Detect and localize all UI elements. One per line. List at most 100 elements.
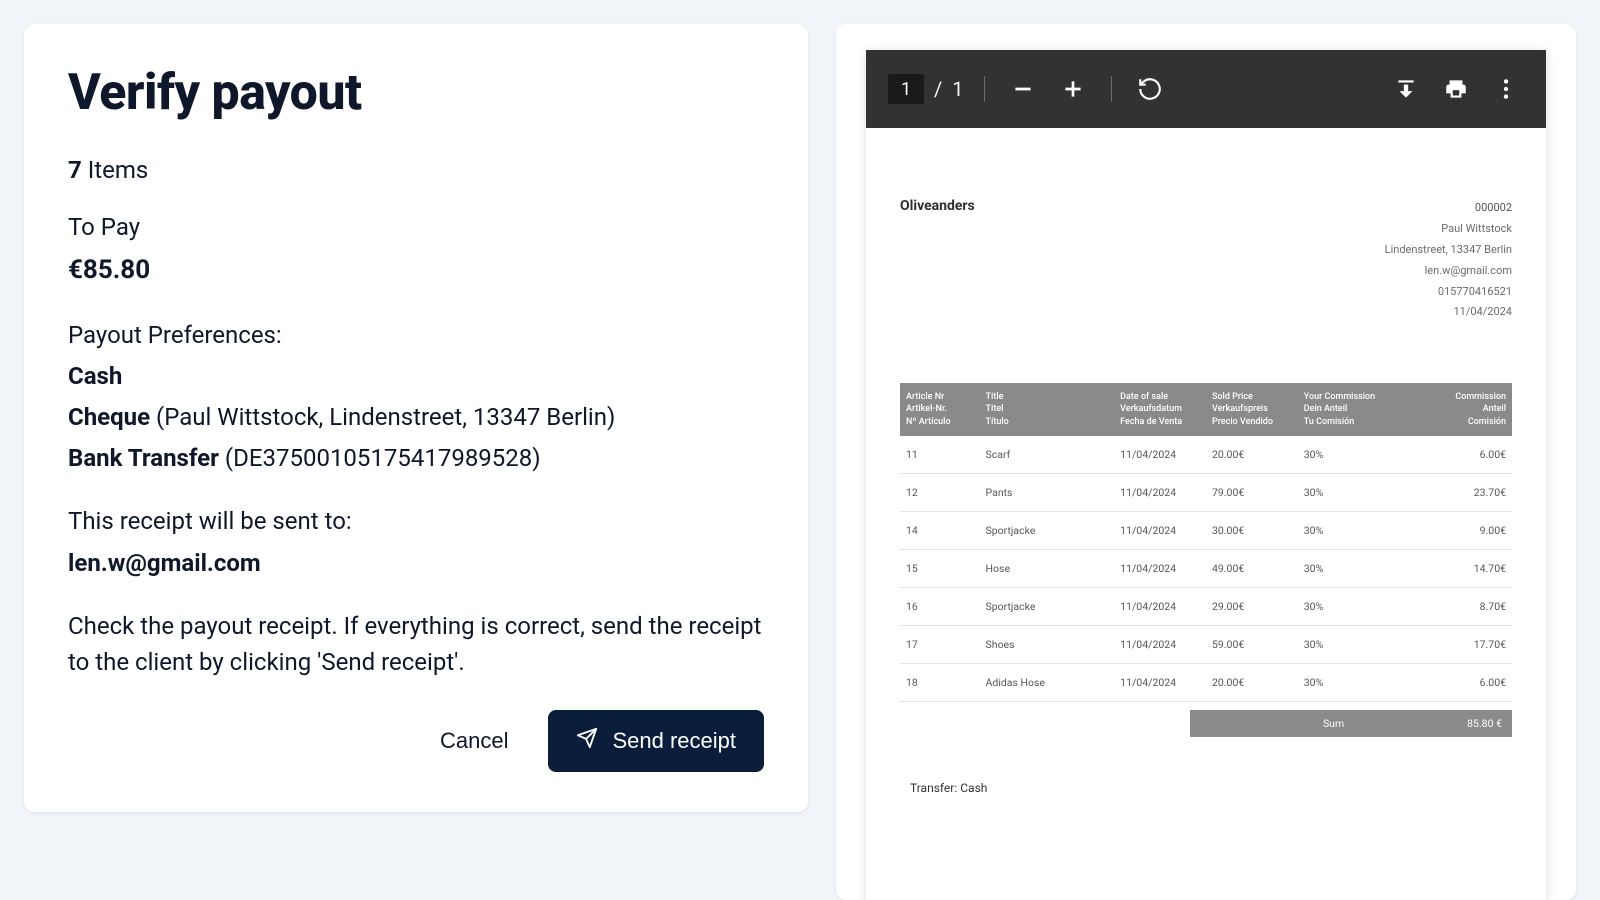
doc-meta: 000002 Paul Wittstock Lindenstreet, 1334… xyxy=(1385,198,1512,323)
rotate-button[interactable] xyxy=(1132,71,1168,107)
receipt-preview-panel: 1 / 1 xyxy=(836,24,1576,900)
table-cell: 11/04/2024 xyxy=(1114,625,1206,663)
col-article: Article NrArtikel-Nr.Nº Artículo xyxy=(900,383,980,435)
page-number-input[interactable]: 1 xyxy=(888,74,924,104)
payout-pref-bank: Bank Transfer (DE37500105175417989528) xyxy=(68,440,764,477)
zoom-out-button[interactable] xyxy=(1005,71,1041,107)
table-cell: 30% xyxy=(1298,473,1408,511)
col-price: Sold PriceVerkaufspreisPrecio Vendido xyxy=(1206,383,1298,435)
zoom-in-button[interactable] xyxy=(1055,71,1091,107)
table-cell: 29.00€ xyxy=(1206,587,1298,625)
more-menu-button[interactable] xyxy=(1488,71,1524,107)
doc-date: 11/04/2024 xyxy=(1385,302,1512,323)
table-row: 11Scarf11/04/202420.00€30%6.00€ xyxy=(900,436,1512,474)
items-label: Items xyxy=(82,156,149,184)
instructions-text: Check the payout receipt. If everything … xyxy=(68,608,764,680)
table-cell: 17 xyxy=(900,625,980,663)
download-button[interactable] xyxy=(1388,71,1424,107)
sum-value: 85.80 € xyxy=(1467,717,1502,730)
table-row: 12Pants11/04/202479.00€30%23.70€ xyxy=(900,473,1512,511)
action-bar: Cancel Send receipt xyxy=(68,710,764,772)
verify-payout-card: Verify payout 7 Items To Pay €85.80 Payo… xyxy=(24,24,808,812)
pdf-viewer: 1 / 1 xyxy=(866,50,1546,900)
payout-pref-cheque: Cheque (Paul Wittstock, Lindenstreet, 13… xyxy=(68,399,764,436)
table-cell: 14 xyxy=(900,511,980,549)
table-row: 15Hose11/04/202449.00€30%14.70€ xyxy=(900,549,1512,587)
table-cell: 11/04/2024 xyxy=(1114,549,1206,587)
cancel-button[interactable]: Cancel xyxy=(432,716,516,766)
send-icon xyxy=(576,727,598,755)
col-title: TitleTitelTítulo xyxy=(980,383,1115,435)
items-line: 7 Items xyxy=(68,152,764,189)
print-button[interactable] xyxy=(1438,71,1474,107)
table-cell: 6.00€ xyxy=(1408,663,1512,701)
doc-email: len.w@gmail.com xyxy=(1385,261,1512,282)
send-button-label: Send receipt xyxy=(612,728,736,754)
table-cell: 14.70€ xyxy=(1408,549,1512,587)
payout-pref-cash: Cash xyxy=(68,358,764,395)
table-cell: 23.70€ xyxy=(1408,473,1512,511)
doc-address: Lindenstreet, 13347 Berlin xyxy=(1385,240,1512,261)
payout-pref-bank-detail: (DE37500105175417989528) xyxy=(219,444,541,472)
page-indicator: 1 / 1 xyxy=(888,74,964,104)
page-total: 1 xyxy=(952,77,963,101)
transfer-line: Transfer: Cash xyxy=(900,781,1512,795)
table-cell: Hose xyxy=(980,549,1115,587)
table-cell: 8.70€ xyxy=(1408,587,1512,625)
sum-row: Sum 85.80 € xyxy=(900,710,1512,737)
table-cell: 6.00€ xyxy=(1408,436,1512,474)
col-your-commission: Your CommissionDein AnteilTu Comisión xyxy=(1298,383,1408,435)
table-cell: 17.70€ xyxy=(1408,625,1512,663)
table-cell: 16 xyxy=(900,587,980,625)
table-cell: 30% xyxy=(1298,625,1408,663)
table-cell: 11/04/2024 xyxy=(1114,663,1206,701)
to-pay-amount: €85.80 xyxy=(68,250,764,290)
pdf-toolbar: 1 / 1 xyxy=(866,50,1546,128)
table-cell: 30% xyxy=(1298,511,1408,549)
sent-to-email: len.w@gmail.com xyxy=(68,545,764,582)
table-cell: Scarf xyxy=(980,436,1115,474)
payout-pref-bank-label: Bank Transfer xyxy=(68,444,219,472)
table-cell: 11/04/2024 xyxy=(1114,473,1206,511)
toolbar-separator xyxy=(984,76,985,102)
table-cell: Sportjacke xyxy=(980,511,1115,549)
table-cell: 30.00€ xyxy=(1206,511,1298,549)
doc-phone: 015770416521 xyxy=(1385,282,1512,303)
table-cell: 11/04/2024 xyxy=(1114,587,1206,625)
table-cell: 18 xyxy=(900,663,980,701)
table-cell: Pants xyxy=(980,473,1115,511)
table-cell: 11 xyxy=(900,436,980,474)
doc-brand: Oliveanders xyxy=(900,198,975,323)
payout-pref-heading: Payout Preferences: xyxy=(68,317,764,354)
send-receipt-button[interactable]: Send receipt xyxy=(548,710,764,772)
payout-pref-cheque-detail: (Paul Wittstock, Lindenstreet, 13347 Ber… xyxy=(150,403,615,431)
pdf-body[interactable]: Oliveanders 000002 Paul Wittstock Linden… xyxy=(866,128,1546,900)
page-title: Verify payout xyxy=(68,64,764,122)
table-cell: Adidas Hose xyxy=(980,663,1115,701)
sent-to-label: This receipt will be sent to: xyxy=(68,503,764,540)
table-cell: 9.00€ xyxy=(1408,511,1512,549)
doc-name: Paul Wittstock xyxy=(1385,219,1512,240)
page-sep: / xyxy=(934,77,942,101)
table-cell: 79.00€ xyxy=(1206,473,1298,511)
table-cell: 30% xyxy=(1298,436,1408,474)
table-cell: 20.00€ xyxy=(1206,436,1298,474)
table-row: 17Shoes11/04/202459.00€30%17.70€ xyxy=(900,625,1512,663)
table-cell: Shoes xyxy=(980,625,1115,663)
table-cell: 20.00€ xyxy=(1206,663,1298,701)
table-cell: 30% xyxy=(1298,549,1408,587)
table-cell: 30% xyxy=(1298,587,1408,625)
table-cell: 11/04/2024 xyxy=(1114,511,1206,549)
table-row: 16Sportjacke11/04/202429.00€30%8.70€ xyxy=(900,587,1512,625)
pdf-page: Oliveanders 000002 Paul Wittstock Linden… xyxy=(866,128,1546,900)
table-cell: 12 xyxy=(900,473,980,511)
payout-pref-cheque-label: Cheque xyxy=(68,403,150,431)
receipt-table: Article NrArtikel-Nr.Nº Artículo TitleTi… xyxy=(900,383,1512,701)
table-cell: 30% xyxy=(1298,663,1408,701)
to-pay-label: To Pay xyxy=(68,209,764,246)
table-cell: 49.00€ xyxy=(1206,549,1298,587)
col-commission: CommissionAnteilComisión xyxy=(1408,383,1512,435)
table-row: 18Adidas Hose11/04/202420.00€30%6.00€ xyxy=(900,663,1512,701)
table-cell: 11/04/2024 xyxy=(1114,436,1206,474)
table-row: 14Sportjacke11/04/202430.00€30%9.00€ xyxy=(900,511,1512,549)
